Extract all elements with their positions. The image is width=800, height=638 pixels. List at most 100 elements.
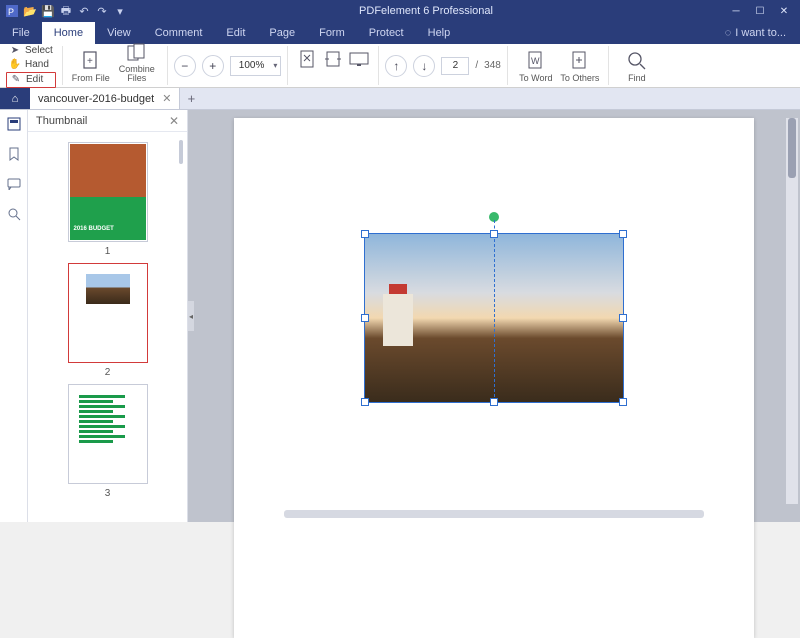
select-tool[interactable]: ➤Select — [6, 44, 56, 58]
hand-tool[interactable]: ✋Hand — [6, 58, 56, 72]
prev-page-button[interactable]: ↑ — [385, 55, 407, 77]
svg-text:W: W — [531, 56, 540, 66]
tab-file[interactable]: File — [0, 22, 42, 44]
search-icon — [627, 51, 647, 71]
close-button[interactable]: ✕ — [774, 3, 794, 19]
i-want-to[interactable]: ◌ I want to... — [711, 22, 800, 44]
window-controls: ─ ☐ ✕ — [720, 3, 800, 19]
scroll-handle[interactable] — [179, 140, 183, 164]
close-panel-icon[interactable]: ✕ — [169, 114, 179, 128]
zoom-select[interactable]: 100% — [230, 56, 282, 76]
zoom-out-button[interactable]: − — [174, 55, 196, 77]
thumbnail-page-1[interactable]: 1 — [68, 142, 148, 257]
menu-bar: File Home View Comment Edit Page Form Pr… — [0, 22, 800, 44]
page1-preview — [70, 144, 146, 240]
main-area: Thumbnail ✕ 1 2 3 ◂ — [0, 110, 800, 522]
page-number-input[interactable]: 2 — [441, 57, 469, 75]
qat-dropdown-icon[interactable]: ▾ — [112, 3, 128, 19]
cursor-icon: ➤ — [9, 45, 21, 57]
tab-view[interactable]: View — [95, 22, 143, 44]
close-tab-icon[interactable]: ✕ — [162, 92, 171, 105]
add-tab-button[interactable]: + — [180, 88, 202, 109]
app-title: PDFelement 6 Professional — [132, 5, 720, 17]
resize-handle-ml[interactable] — [361, 314, 369, 322]
side-strip — [0, 110, 28, 522]
bulb-icon: ◌ — [725, 27, 732, 39]
maximize-button[interactable]: ☐ — [750, 3, 770, 19]
thumbnails-icon[interactable] — [6, 116, 22, 132]
svg-text:P: P — [8, 7, 14, 17]
to-word-button[interactable]: W To Word — [514, 46, 558, 85]
horizontal-scrollbar[interactable] — [284, 510, 704, 518]
to-others-button[interactable]: To Others — [558, 46, 602, 85]
fit-screen-button[interactable] — [346, 46, 372, 72]
resize-handle-tm[interactable] — [490, 230, 498, 238]
svg-text:+: + — [87, 56, 93, 67]
thumbnail-title: Thumbnail — [36, 115, 87, 127]
edit-icon: ✎ — [10, 74, 22, 86]
app-logo-icon: P — [4, 3, 20, 19]
hand-icon: ✋ — [9, 59, 21, 71]
fit-page-button[interactable] — [294, 46, 320, 72]
document-tab[interactable]: vancouver-2016-budget ✕ — [30, 88, 180, 109]
document-tab-label: vancouver-2016-budget — [38, 93, 154, 105]
fit-width-button[interactable] — [320, 46, 346, 72]
page3-preview — [73, 389, 143, 479]
find-button[interactable]: Find — [615, 46, 659, 85]
thumbnail-list: 1 2 3 — [28, 132, 187, 522]
resize-handle-br[interactable] — [619, 398, 627, 406]
document-tabs: ⌂ vancouver-2016-budget ✕ + — [0, 88, 800, 110]
thumb-label-3: 3 — [105, 488, 111, 499]
search-panel-icon[interactable] — [6, 206, 22, 222]
redo-icon[interactable]: ↷ — [94, 3, 110, 19]
save-icon[interactable]: 💾 — [40, 3, 56, 19]
collapse-panel-handle[interactable]: ◂ — [188, 301, 194, 331]
doc-home-button[interactable]: ⌂ — [0, 88, 30, 109]
title-bar: P 📂 💾 🖶 ↶ ↷ ▾ PDFelement 6 Professional … — [0, 0, 800, 22]
thumb-label-1: 1 — [105, 246, 111, 257]
word-icon: W — [526, 51, 546, 71]
page-sep: / — [475, 60, 478, 71]
center-guide — [494, 234, 495, 402]
edit-tool[interactable]: ✎Edit — [6, 72, 56, 88]
resize-handle-bm[interactable] — [490, 398, 498, 406]
resize-handle-tr[interactable] — [619, 230, 627, 238]
zoom-in-button[interactable]: + — [202, 55, 224, 77]
next-page-button[interactable]: ↓ — [413, 55, 435, 77]
i-want-label: I want to... — [735, 27, 786, 39]
thumb-label-2: 2 — [105, 367, 111, 378]
tab-page[interactable]: Page — [257, 22, 307, 44]
tab-comment[interactable]: Comment — [143, 22, 215, 44]
combine-icon — [127, 43, 147, 63]
resize-handle-tl[interactable] — [361, 230, 369, 238]
thumbnail-panel: Thumbnail ✕ 1 2 3 — [28, 110, 188, 522]
file-plus-icon: + — [81, 51, 101, 71]
bookmarks-icon[interactable] — [6, 146, 22, 162]
thumbnail-header: Thumbnail ✕ — [28, 110, 187, 132]
thumbnail-page-3[interactable]: 3 — [68, 384, 148, 499]
tab-help[interactable]: Help — [416, 22, 463, 44]
vertical-scrollbar[interactable] — [786, 118, 798, 504]
thumbnail-page-2[interactable]: 2 — [68, 263, 148, 378]
page-total: 348 — [484, 60, 501, 71]
open-icon[interactable]: 📂 — [22, 3, 38, 19]
export-icon — [570, 51, 590, 71]
selected-image[interactable] — [364, 233, 624, 403]
tab-protect[interactable]: Protect — [357, 22, 416, 44]
quick-access-toolbar: P 📂 💾 🖶 ↶ ↷ ▾ — [0, 3, 132, 19]
resize-handle-bl[interactable] — [361, 398, 369, 406]
comments-icon[interactable] — [6, 176, 22, 192]
tab-edit[interactable]: Edit — [214, 22, 257, 44]
minimize-button[interactable]: ─ — [726, 3, 746, 19]
page2-preview — [86, 274, 130, 304]
combine-files-button[interactable]: Combine Files — [113, 46, 161, 85]
page-view[interactable] — [234, 118, 754, 638]
tab-home[interactable]: Home — [42, 22, 95, 44]
resize-handle-mr[interactable] — [619, 314, 627, 322]
tab-form[interactable]: Form — [307, 22, 357, 44]
from-file-button[interactable]: + From File — [69, 46, 113, 85]
print-icon[interactable]: 🖶 — [58, 3, 74, 19]
document-canvas: ◂ — [188, 110, 800, 522]
ribbon: ➤Select ✋Hand ✎Edit + From File Combine … — [0, 44, 800, 88]
undo-icon[interactable]: ↶ — [76, 3, 92, 19]
